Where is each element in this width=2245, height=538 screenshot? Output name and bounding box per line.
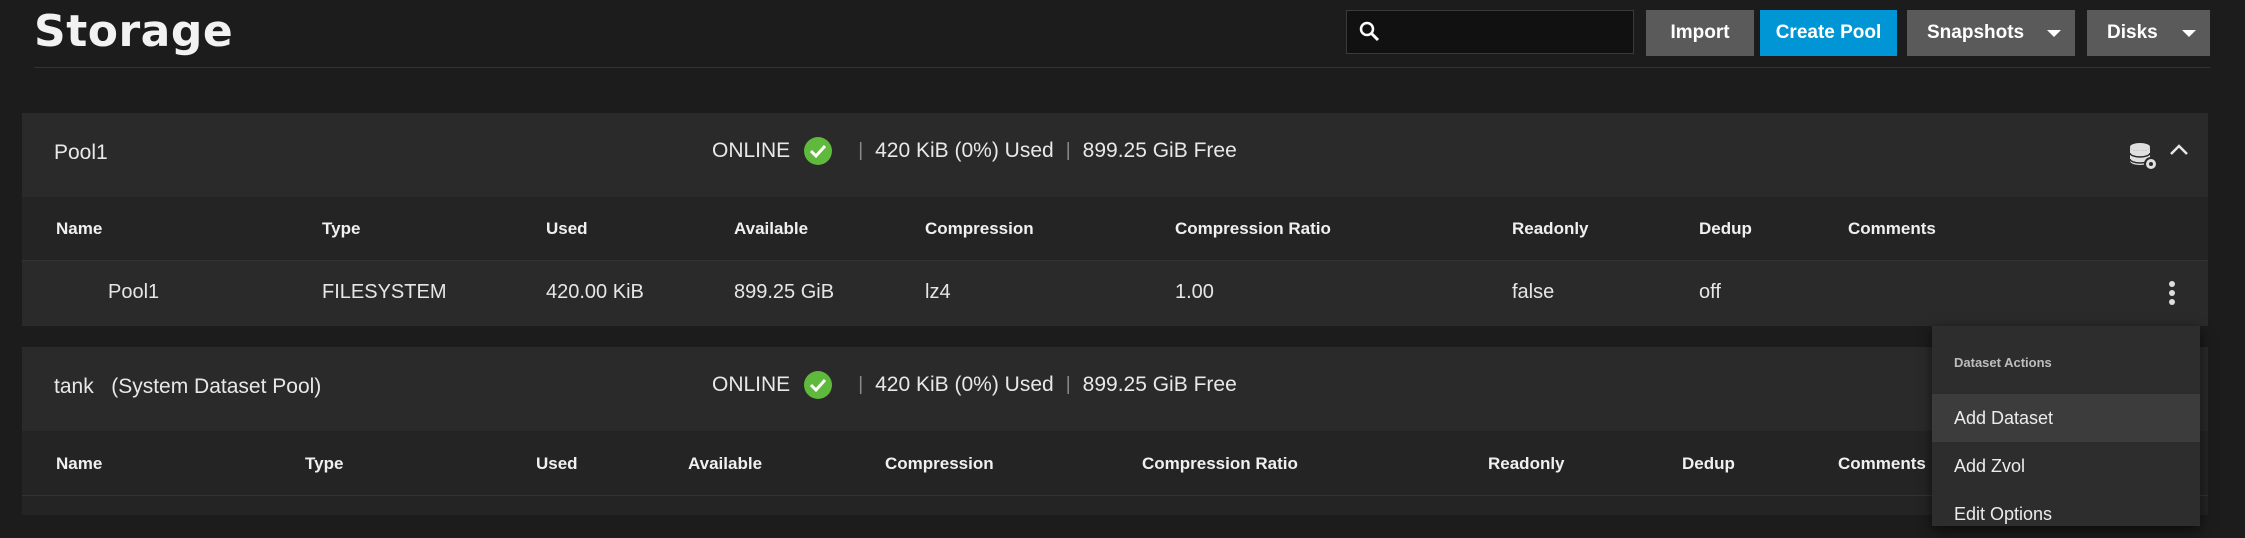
pool-status: ONLINE | 420 KiB (0%) Used | 899.25 GiB … [712,371,1237,399]
chevron-up-icon[interactable] [2168,143,2190,161]
column-header-available[interactable]: Available [734,219,808,239]
menu-item-label: Add Dataset [1954,407,2054,428]
column-header-name[interactable]: Name [56,219,102,239]
column-header-comments[interactable]: Comments [1838,454,1926,474]
pool-name-group: tank (System Dataset Pool) [54,375,321,399]
pool-header: tank (System Dataset Pool) ONLINE | 420 … [22,347,2208,431]
menu-item-label: Add Zvol [1954,455,2026,476]
check-circle-icon [804,371,833,399]
dataset-actions-menu: Dataset Actions Add Dataset Add Zvol Edi… [1932,326,2200,526]
disks-button-label: Disks [2107,22,2158,43]
dataset-type: FILESYSTEM [322,281,447,303]
separator: | [858,140,864,161]
separator: | [1065,140,1071,161]
search-icon [1359,21,1381,43]
menu-item-edit-options[interactable]: Edit Options [1932,490,2200,538]
column-header-compression-ratio[interactable]: Compression Ratio [1142,454,1298,474]
column-header-used[interactable]: Used [546,219,588,239]
pool-card: tank (System Dataset Pool) ONLINE | 420 … [22,347,2208,515]
dataset-used: 420.00 KiB [546,281,644,303]
column-header-dedup[interactable]: Dedup [1699,219,1752,239]
dataset-dedup: off [1699,281,1721,303]
pool-status-label: ONLINE [712,373,791,396]
menu-item-label: Edit Options [1954,503,2053,524]
create-pool-button[interactable]: Create Pool [1760,10,1897,56]
pool-status: ONLINE | 420 KiB (0%) Used | 899.25 GiB … [712,137,1237,165]
column-header-dedup[interactable]: Dedup [1682,454,1735,474]
separator: | [1065,374,1071,395]
pool-status-label: ONLINE [712,139,791,162]
check-circle-icon [804,137,833,165]
create-pool-button-label: Create Pool [1775,22,1882,43]
column-header-comments[interactable]: Comments [1848,219,1936,239]
pool-name: Pool1 [54,141,108,164]
pool-free: 899.25 GiB Free [1082,373,1237,396]
pool-name-suffix: (System Dataset Pool) [111,375,322,398]
column-header-used[interactable]: Used [536,454,578,474]
column-header-type[interactable]: Type [322,219,360,239]
snapshots-dropdown-button[interactable]: Snapshots [1907,10,2075,56]
menu-item-add-zvol[interactable]: Add Zvol [1932,442,2200,490]
more-vert-icon[interactable] [2169,281,2177,308]
pool-free: 899.25 GiB Free [1082,139,1237,162]
column-header-compression[interactable]: Compression [885,454,994,474]
import-button-label: Import [1670,22,1730,43]
search-box[interactable] [1346,10,1634,54]
dataset-available: 899.25 GiB [734,281,835,303]
dataset-readonly: false [1512,281,1555,303]
pool-settings-icon[interactable] [2128,141,2160,173]
table-row[interactable]: Pool1 FILESYSTEM 420.00 KiB 899.25 GiB l… [22,261,2208,326]
column-header-readonly[interactable]: Readonly [1488,454,1565,474]
column-header-type[interactable]: Type [305,454,343,474]
import-button[interactable]: Import [1646,10,1754,56]
menu-item-add-dataset[interactable]: Add Dataset [1932,394,2200,442]
caret-down-icon [2047,30,2061,37]
snapshots-button-label: Snapshots [1927,22,2025,43]
dataset-compression-ratio: 1.00 [1175,281,1214,303]
disks-dropdown-button[interactable]: Disks [2087,10,2210,56]
column-header-compression[interactable]: Compression [925,219,1034,239]
column-header-name[interactable]: Name [56,454,102,474]
pool-name: tank [54,375,94,398]
caret-down-icon [2182,30,2196,37]
header-divider [22,495,2208,496]
column-header-available[interactable]: Available [688,454,762,474]
pool-header: Pool1 ONLINE | 420 KiB (0%) Used | 899.2… [22,113,2208,197]
column-header-compression-ratio[interactable]: Compression Ratio [1175,219,1331,239]
search-input[interactable] [1391,17,1625,49]
dataset-compression: lz4 [925,281,951,303]
column-header-readonly[interactable]: Readonly [1512,219,1589,239]
separator: | [858,374,864,395]
menu-title: Dataset Actions [1954,355,2052,370]
pool-used: 420 KiB (0%) Used [875,139,1054,162]
pool-card: Pool1 ONLINE | 420 KiB (0%) Used | 899.2… [22,113,2208,326]
dataset-name: Pool1 [108,281,160,303]
header-divider [34,67,2210,68]
page-title: Storage [34,6,234,57]
pool-used: 420 KiB (0%) Used [875,373,1054,396]
